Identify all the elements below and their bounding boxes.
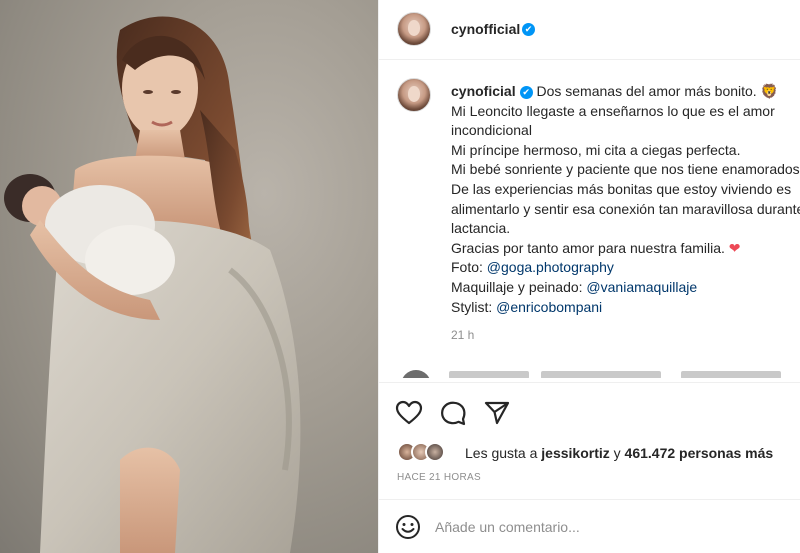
- likes-text: Les gusta a jessikortiz y 461.472 person…: [465, 445, 773, 461]
- smiley-face-icon[interactable]: [395, 514, 421, 540]
- caption-verified-badge-icon: ✔: [519, 86, 533, 99]
- post-panel: cynofficial ✔ cynoficial ✔ Dos semanas de…: [378, 0, 800, 553]
- likes-prefix: Les gusta a: [465, 445, 542, 461]
- caption-line: lactancia.: [451, 220, 511, 237]
- next-comment-peek: [401, 370, 800, 378]
- liker-avatars[interactable]: [397, 440, 453, 464]
- mention-link-makeup[interactable]: @vaniamaquillaje: [586, 279, 697, 295]
- post-header: cynofficial ✔: [379, 0, 800, 60]
- caption-author-avatar[interactable]: [397, 78, 431, 112]
- likes-connector: y: [609, 445, 625, 461]
- caption-line: alimentarlo y sentir esa conexión tan ma…: [451, 200, 800, 217]
- caption-section: cynoficial ✔ Dos semanas del amor más bon…: [379, 60, 800, 365]
- caption-line: Maquillaje y peinado:: [451, 278, 587, 295]
- caption-line: incondicional: [451, 122, 532, 139]
- caption-line: Foto:: [451, 259, 487, 276]
- comment-input[interactable]: [435, 514, 775, 540]
- caption-line: Gracias por tanto amor para nuestra fami…: [451, 239, 729, 256]
- author-username[interactable]: cynofficial: [451, 21, 520, 37]
- mention-link-stylist[interactable]: @enricobompani: [496, 299, 602, 315]
- heart-outline-icon[interactable]: [395, 399, 423, 427]
- action-bar: [379, 382, 800, 440]
- caption-line: Mi Leoncito llegaste a enseñarnos lo que…: [451, 102, 775, 119]
- caption-time[interactable]: 21 h: [451, 328, 474, 342]
- post-timestamp[interactable]: HACE 21 HORAS: [397, 472, 481, 483]
- red-heart-emoji-icon: ❤: [728, 239, 741, 256]
- comment-bubble-icon[interactable]: [439, 399, 467, 427]
- author-avatar[interactable]: [397, 12, 431, 46]
- mention-link-photographer[interactable]: @goga.photography: [487, 259, 614, 275]
- likes-count-link[interactable]: 461.472 personas más: [625, 445, 774, 461]
- post-photo[interactable]: [0, 0, 378, 553]
- caption-line: Mi bebé sonriente y paciente que nos tie…: [451, 161, 800, 178]
- caption-line: Dos semanas del amor más bonito. 🦁: [536, 83, 779, 99]
- paper-plane-icon[interactable]: [483, 399, 511, 427]
- verified-badge-icon: ✔: [522, 23, 535, 36]
- caption-line: Mi príncipe hermoso, mi cita a ciegas pe…: [451, 141, 741, 158]
- post-photo-illustration: [4, 16, 301, 553]
- liker-username-link[interactable]: jessikortiz: [541, 445, 609, 461]
- caption-line: Stylist:: [451, 298, 497, 315]
- caption-username[interactable]: cynoficial: [451, 83, 516, 99]
- caption-text: cynoficial ✔ Dos semanas del amor más bon…: [451, 82, 800, 317]
- caption-line: De las experiencias más bonitas que esto…: [451, 180, 792, 197]
- comment-composer: [379, 499, 800, 553]
